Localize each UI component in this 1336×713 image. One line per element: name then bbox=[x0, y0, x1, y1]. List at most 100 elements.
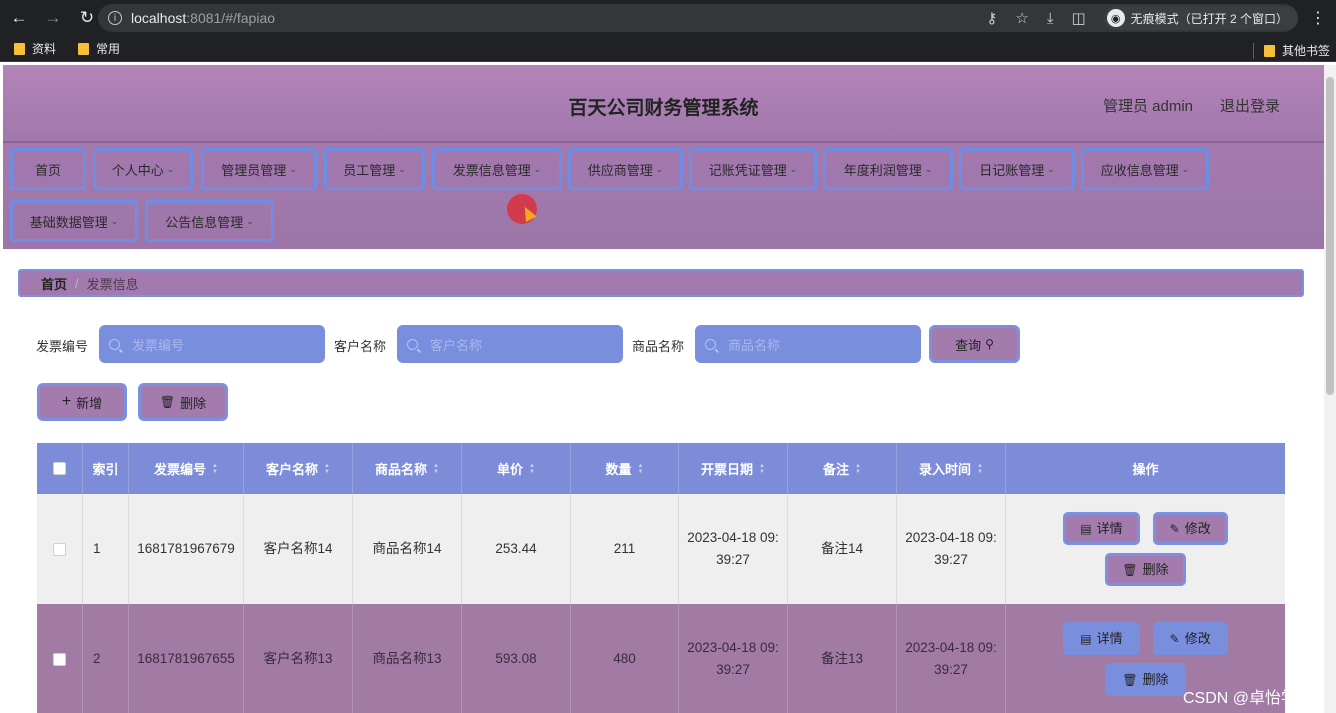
query-button[interactable]: 查询 ⚲ bbox=[929, 325, 1020, 363]
add-label: 新增 bbox=[76, 395, 103, 411]
column-header-label: 备注 bbox=[823, 462, 850, 477]
column-header-date[interactable]: 开票日期 ▲ ▼ bbox=[679, 443, 788, 494]
column-header-product[interactable]: 商品名称 ▲ ▼ bbox=[353, 443, 462, 494]
product-name-input[interactable]: 商品名称 bbox=[695, 325, 921, 363]
sort-icon[interactable]: ▲ ▼ bbox=[212, 463, 218, 475]
star-icon[interactable]: ☆ bbox=[1015, 9, 1028, 27]
bookmark-folder-changyong[interactable]: 常用 bbox=[78, 40, 120, 57]
column-header-qty[interactable]: 数量 ▲ ▼ bbox=[571, 443, 679, 494]
delete-button[interactable]: 🗑 删除 bbox=[1105, 553, 1186, 586]
table-row: 2 1681781967655 客户名称13 商品名称13 593.08 480… bbox=[37, 604, 1285, 713]
info-icon[interactable]: i bbox=[108, 11, 122, 25]
sort-icon[interactable]: ▲ ▼ bbox=[324, 463, 330, 475]
customer-name-input[interactable]: 客户名称 bbox=[397, 325, 623, 363]
menu-item-journal[interactable]: 日记账管理 ⌄ bbox=[959, 148, 1075, 190]
scrollbar-thumb[interactable] bbox=[1326, 77, 1334, 395]
bookmark-folder-ziliao[interactable]: 资料 bbox=[14, 40, 56, 57]
address-bar[interactable]: i localhost:8081/#/fapiao ⚷ ☆ ⤓ ◫ ◉ 无痕模式… bbox=[98, 4, 1298, 32]
column-header-label: 发票编号 bbox=[154, 462, 207, 477]
menu-item-label: 发票信息管理 bbox=[452, 162, 531, 178]
menu-item-label: 公告信息管理 bbox=[165, 214, 244, 230]
forward-icon[interactable]: → bbox=[38, 3, 68, 33]
chevron-down-icon: ⌄ bbox=[246, 215, 254, 226]
browser-toolbar: ← → ↻ i localhost:8081/#/fapiao ⚷ ☆ ⤓ ◫ … bbox=[0, 0, 1336, 36]
menu-item-label: 个人中心 bbox=[111, 162, 164, 178]
sort-icon[interactable]: ▲ ▼ bbox=[977, 463, 983, 475]
column-header-entry-time[interactable]: 录入时间 ▲ ▼ bbox=[897, 443, 1006, 494]
column-header-customer[interactable]: 客户名称 ▲ ▼ bbox=[244, 443, 353, 494]
sort-icon[interactable]: ▲ ▼ bbox=[855, 463, 861, 475]
product-name-placeholder: 商品名称 bbox=[728, 337, 781, 353]
menu-item-personal[interactable]: 个人中心 ⌄ bbox=[93, 148, 193, 190]
sort-icon[interactable]: ▲ ▼ bbox=[759, 463, 765, 475]
page-scrollbar[interactable] bbox=[1324, 65, 1336, 713]
menu-item-notice[interactable]: 公告信息管理 ⌄ bbox=[145, 200, 274, 242]
column-header-label: 操作 bbox=[1132, 462, 1159, 477]
row-checkbox[interactable] bbox=[53, 652, 66, 666]
cell-remark: 备注13 bbox=[788, 604, 897, 713]
edit-button[interactable]: ✎ 修改 bbox=[1152, 512, 1228, 545]
incognito-badge[interactable]: ◉ 无痕模式（已打开 2 个窗口） bbox=[1103, 6, 1298, 30]
watermark: CSDN @卓怡学长 bbox=[1183, 690, 1314, 707]
cell-price: 593.08 bbox=[462, 604, 571, 713]
menu-item-voucher[interactable]: 记账凭证管理 ⌄ bbox=[689, 148, 817, 190]
chevron-down-icon: ⌄ bbox=[789, 163, 798, 174]
delete-label: 删除 bbox=[1142, 561, 1169, 577]
invoice-no-input[interactable]: 发票编号 bbox=[99, 325, 325, 363]
column-header-label: 商品名称 bbox=[375, 462, 428, 477]
chevron-down-icon: ⌄ bbox=[289, 163, 297, 174]
other-bookmarks[interactable]: 其他书签 bbox=[1252, 42, 1330, 59]
sidepanel-icon[interactable]: ◫ bbox=[1071, 9, 1085, 27]
breadcrumb-separator: / bbox=[75, 275, 79, 291]
menu-item-employee[interactable]: 员工管理 ⌄ bbox=[324, 148, 425, 190]
bulk-delete-button[interactable]: 🗑 删除 bbox=[138, 383, 228, 421]
column-header-price[interactable]: 单价 ▲ ▼ bbox=[462, 443, 571, 494]
browser-menu-icon[interactable]: ⋮ bbox=[1310, 8, 1326, 28]
edit-button[interactable]: ✎ 修改 bbox=[1152, 622, 1228, 655]
sort-icon[interactable]: ▲ ▼ bbox=[638, 463, 644, 475]
detail-button[interactable]: ▤ 详情 bbox=[1063, 622, 1140, 655]
menu-item-supplier[interactable]: 供应商管理 ⌄ bbox=[568, 148, 683, 190]
cell-remark: 备注14 bbox=[788, 494, 897, 604]
menu-item-admin[interactable]: 管理员管理 ⌄ bbox=[201, 148, 317, 190]
column-header-invoice-no[interactable]: 发票编号 ▲ ▼ bbox=[129, 443, 244, 494]
chevron-down-icon: ⌄ bbox=[533, 163, 542, 174]
other-bookmarks-label: 其他书签 bbox=[1281, 44, 1330, 58]
sort-icon[interactable]: ▲ ▼ bbox=[433, 463, 439, 475]
delete-label: 删除 bbox=[180, 395, 207, 411]
menu-item-invoice[interactable]: 发票信息管理 ⌄ bbox=[432, 148, 562, 190]
add-button[interactable]: + 新增 bbox=[37, 383, 127, 421]
menu-item-profit[interactable]: 年度利润管理 ⌄ bbox=[823, 148, 953, 190]
sort-icon[interactable]: ▲ ▼ bbox=[529, 463, 535, 475]
menu-item-basedata[interactable]: 基础数据管理 ⌄ bbox=[10, 200, 138, 242]
app-header: 百天公司财务管理系统 管理员 admin 退出登录 bbox=[3, 65, 1324, 143]
bookmark-label: 资料 bbox=[32, 42, 57, 56]
column-header-remark[interactable]: 备注 ▲ ▼ bbox=[788, 443, 897, 494]
download-icon[interactable]: ⤓ bbox=[1047, 9, 1054, 27]
breadcrumb-home[interactable]: 首页 bbox=[41, 274, 67, 293]
row-select-cell bbox=[37, 494, 83, 604]
divider bbox=[1252, 42, 1254, 59]
detail-button[interactable]: ▤ 详情 bbox=[1063, 512, 1140, 545]
table-header: 索引 发票编号 ▲ ▼ 客户名称 ▲ ▼ 商品名称 ▲ ▼ 单价 ▲ ▼ 数量 ▲ ▼ 开票日期 ▲ ▼… bbox=[37, 443, 1285, 494]
cell-index: 2 bbox=[83, 604, 129, 713]
chevron-down-icon: ⌄ bbox=[924, 163, 933, 174]
delete-button[interactable]: 🗑 删除 bbox=[1105, 663, 1186, 696]
document-icon: ▤ bbox=[1080, 521, 1092, 536]
menu-item-receivable[interactable]: 应收信息管理 ⌄ bbox=[1081, 148, 1209, 190]
table-row: 1 1681781967679 客户名称14 商品名称14 253.44 211… bbox=[37, 494, 1285, 604]
search-icon bbox=[407, 338, 418, 350]
document-icon: ▤ bbox=[1080, 631, 1092, 646]
select-all-checkbox[interactable] bbox=[53, 462, 66, 475]
cell-qty: 480 bbox=[571, 604, 679, 713]
logout-link[interactable]: 退出登录 bbox=[1220, 95, 1280, 116]
bookmark-label: 常用 bbox=[96, 42, 121, 56]
column-header-label: 开票日期 bbox=[701, 462, 754, 477]
edit-icon: ✎ bbox=[1169, 521, 1180, 536]
row-checkbox[interactable] bbox=[53, 542, 66, 556]
chevron-down-icon: ⌄ bbox=[166, 163, 175, 174]
cell-invoice-no: 1681781967655 bbox=[129, 604, 244, 713]
back-icon[interactable]: ← bbox=[4, 3, 34, 33]
menu-item-home[interactable]: 首页 bbox=[10, 148, 86, 190]
key-icon[interactable]: ⚷ bbox=[986, 9, 997, 27]
